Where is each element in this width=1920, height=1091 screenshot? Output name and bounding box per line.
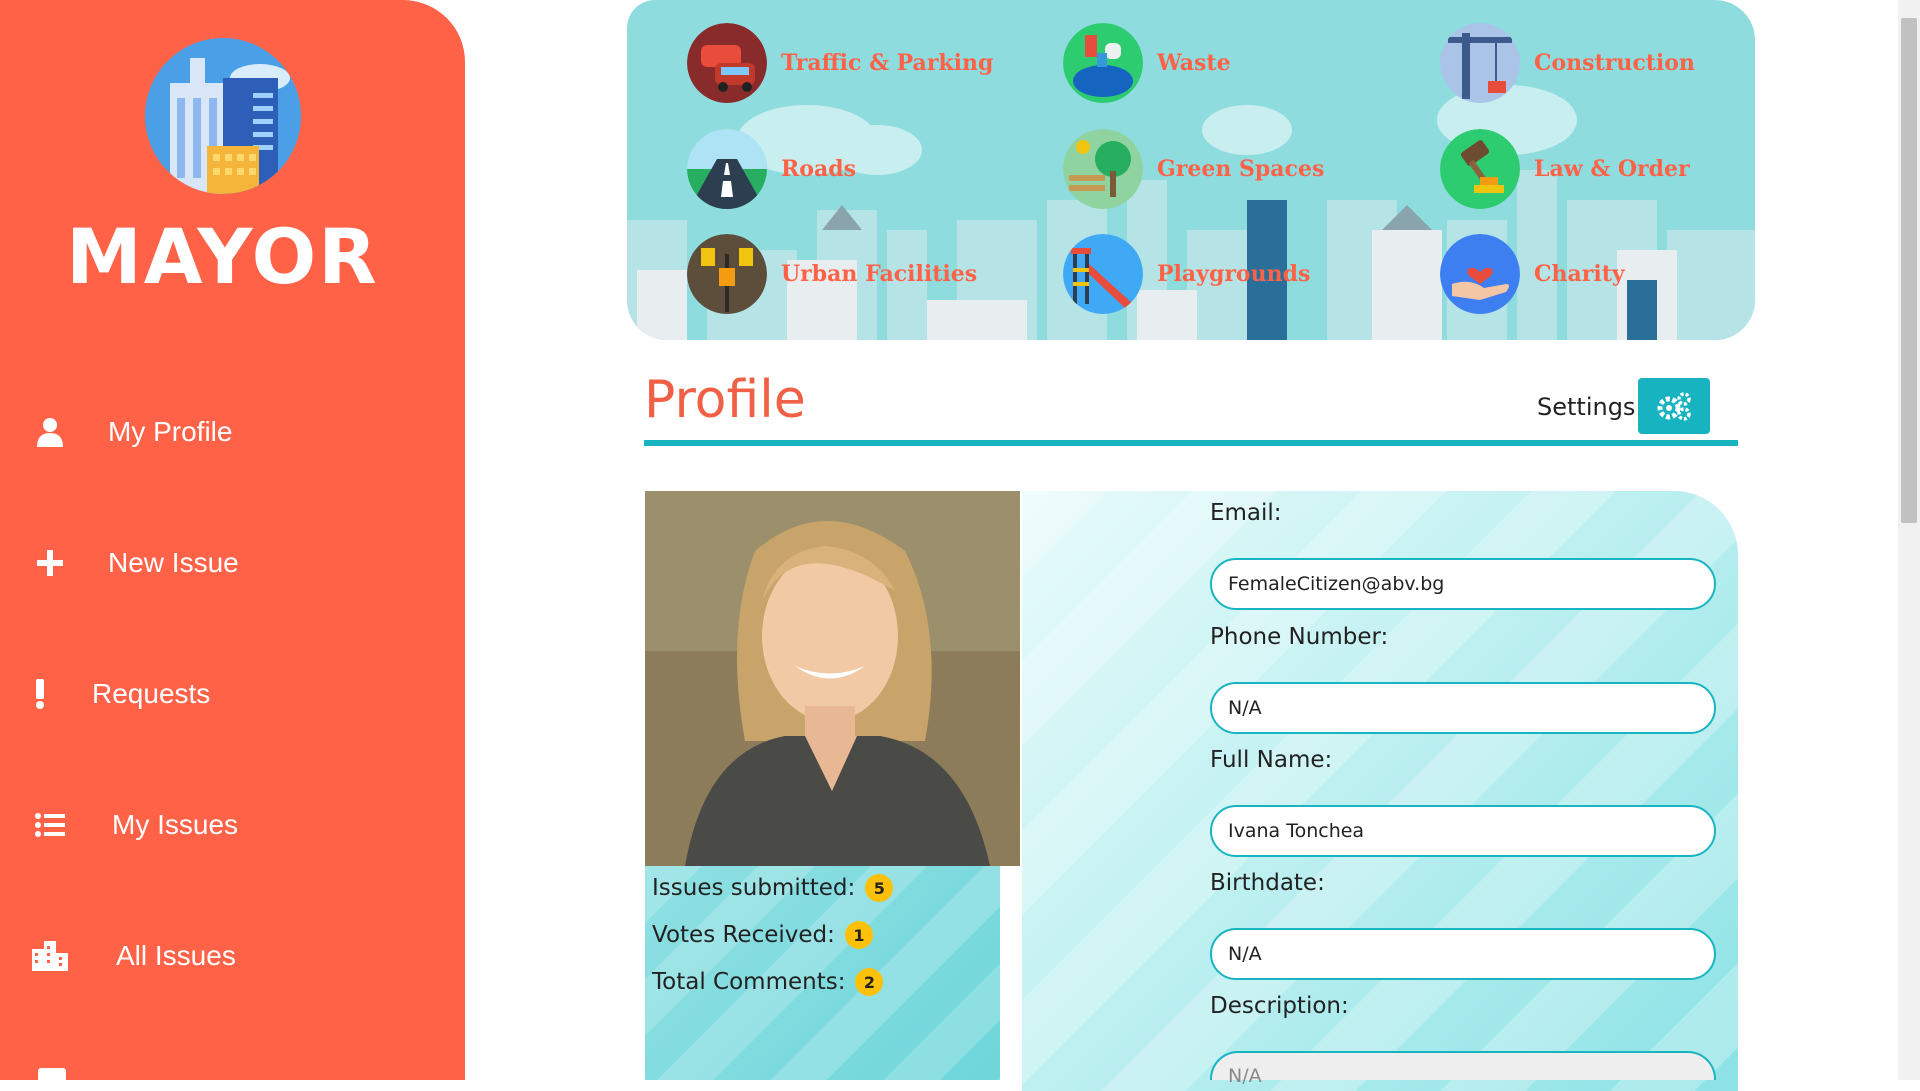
email-label: Email: xyxy=(1210,500,1282,526)
count-badge: 1 xyxy=(844,921,873,949)
sidebar-item-requests[interactable]: Requests xyxy=(0,664,465,724)
crane-icon xyxy=(1440,23,1520,103)
settings-button[interactable] xyxy=(1638,378,1710,434)
stat-label: Total Comments: xyxy=(652,969,846,995)
birthdate-field[interactable]: N/A xyxy=(1210,928,1716,980)
category-label: Roads xyxy=(781,156,856,182)
category-playgrounds[interactable]: Playgrounds xyxy=(1063,234,1310,314)
waste-icon xyxy=(1063,23,1143,103)
category-roads[interactable]: Roads xyxy=(687,129,856,209)
phone-field[interactable]: N/A xyxy=(1210,682,1716,734)
category-label: Urban Facilities xyxy=(781,261,978,287)
category-construction[interactable]: Construction xyxy=(1440,23,1695,103)
settings-label: Settings xyxy=(1537,393,1636,421)
category-banner: Traffic & Parking Waste Construction Roa… xyxy=(627,0,1755,340)
category-green-spaces[interactable]: Green Spaces xyxy=(1063,129,1324,209)
exclamation-icon xyxy=(20,679,60,709)
list-icon xyxy=(20,813,80,837)
city-icon xyxy=(20,941,80,971)
sidebar-item-all-issues[interactable]: All Issues xyxy=(0,926,465,986)
category-label: Construction xyxy=(1534,50,1695,76)
scrollbar-thumb[interactable] xyxy=(1901,18,1917,523)
sidebar-item-label: New Issue xyxy=(108,547,239,578)
full-name-field[interactable]: Ivana Tonchea xyxy=(1210,805,1716,857)
stat-label: Issues submitted: xyxy=(652,875,856,901)
category-law-order[interactable]: Law & Order xyxy=(1440,129,1690,209)
full-name-label: Full Name: xyxy=(1210,747,1333,773)
sidebar-item-label: Requests xyxy=(92,678,211,709)
category-label: Playgrounds xyxy=(1157,261,1311,287)
sidebar-item-label: My Profile xyxy=(108,416,233,447)
category-urban-facilities[interactable]: Urban Facilities xyxy=(687,234,977,314)
category-label: Charity xyxy=(1534,261,1625,287)
category-traffic-parking[interactable]: Traffic & Parking xyxy=(687,23,993,103)
page-title: Profile xyxy=(644,370,806,430)
streetlamp-icon xyxy=(687,234,767,314)
email-field[interactable]: FemaleCitizen@abv.bg xyxy=(1210,558,1716,610)
profile-photo xyxy=(645,491,1020,866)
user-icon xyxy=(20,417,80,447)
brand-title: MAYOR xyxy=(66,212,379,301)
park-icon xyxy=(1063,129,1143,209)
sidebar-item-label: My Issues xyxy=(112,809,239,840)
count-badge: 2 xyxy=(855,968,884,996)
description-field[interactable]: N/A xyxy=(1210,1051,1716,1087)
city-logo-icon xyxy=(145,38,301,194)
description-label: Description: xyxy=(1210,993,1349,1019)
sidebar-item-my-issues[interactable]: My Issues xyxy=(0,795,465,855)
heart-hand-icon xyxy=(1440,234,1520,314)
stat-votes-received: Votes Received: 1 xyxy=(652,921,873,949)
stat-issues-submitted: Issues submitted: 5 xyxy=(652,874,894,902)
sidebar-item-label: All Issues xyxy=(116,940,236,971)
road-icon xyxy=(687,129,767,209)
plus-icon xyxy=(20,550,80,576)
category-label: Waste xyxy=(1157,50,1231,76)
sidebar-item-new-issue[interactable]: New Issue xyxy=(0,533,465,593)
gears-icon xyxy=(1657,392,1691,421)
category-label: Law & Order xyxy=(1534,156,1690,182)
gavel-icon xyxy=(1440,129,1520,209)
slide-icon xyxy=(1063,234,1143,314)
category-label: Green Spaces xyxy=(1157,156,1325,182)
sidebar: MAYOR My Profile New Issue Requests My I… xyxy=(0,0,465,1080)
count-badge: 5 xyxy=(865,874,894,902)
category-label: Traffic & Parking xyxy=(781,50,994,76)
category-charity[interactable]: Charity xyxy=(1440,234,1625,314)
stat-label: Votes Received: xyxy=(652,922,835,948)
phone-label: Phone Number: xyxy=(1210,624,1389,650)
title-divider xyxy=(644,440,1738,446)
stat-total-comments: Total Comments: 2 xyxy=(652,968,884,996)
category-waste[interactable]: Waste xyxy=(1063,23,1231,103)
birthdate-label: Birthdate: xyxy=(1210,870,1325,896)
sidebar-item-my-profile[interactable]: My Profile xyxy=(0,402,465,462)
cars-icon xyxy=(687,23,767,103)
briefcase-icon xyxy=(38,1068,66,1080)
